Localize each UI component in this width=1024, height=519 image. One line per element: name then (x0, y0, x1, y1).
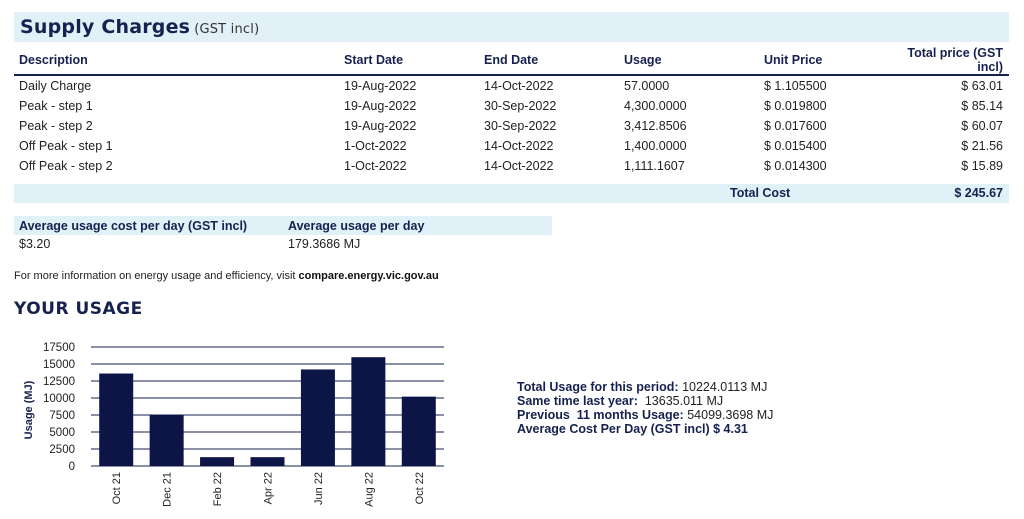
cell-unit-price: $ 0.015400 (764, 139, 827, 153)
cell-unit-price: $ 1.105500 (764, 79, 827, 93)
x-tick-label: Feb 22 (212, 472, 224, 506)
cell-total-price: $ 85.14 (961, 99, 1003, 113)
cell-end-date: 14-Oct-2022 (484, 79, 554, 93)
cell-start-date: 19-Aug-2022 (344, 79, 417, 93)
cell-description: Peak - step 1 (19, 99, 93, 113)
supply-charges-title: Supply Charges (20, 16, 191, 38)
cell-usage: 4,300.0000 (624, 99, 687, 113)
avg-usage-value: 179.3686 MJ (288, 237, 361, 251)
bar (250, 457, 285, 466)
table-row: Peak - step 2 19-Aug-2022 30-Sep-2022 3,412… (14, 116, 1009, 136)
table-header-row: Description Start Date End Date Usage Un… (14, 46, 1009, 76)
table-row: Off Peak - step 1 1-Oct-2022 14-Oct-2022 1,… (14, 136, 1009, 156)
cell-end-date: 30-Sep-2022 (484, 99, 557, 113)
y-tick-label: 2500 (49, 444, 75, 456)
info-prefix: For more information on energy usage and… (14, 270, 299, 282)
avg-cost-label: Average usage cost per day (GST incl) (19, 219, 248, 233)
cell-start-date: 19-Aug-2022 (344, 99, 417, 113)
x-tick-label: Aug 22 (363, 472, 375, 507)
bar (401, 396, 436, 466)
cell-start-date: 1-Oct-2022 (344, 139, 407, 153)
cell-unit-price: $ 0.017600 (764, 119, 827, 133)
y-tick-label: 5000 (49, 427, 75, 439)
col-end-date: End Date (479, 46, 619, 76)
col-start-date: Start Date (339, 46, 479, 76)
total-cost-label: Total Cost (730, 186, 791, 200)
cell-total-price: $ 60.07 (961, 119, 1003, 133)
avg-usage-label: Average usage per day (288, 219, 425, 233)
y-tick-label: 10000 (43, 393, 75, 405)
x-tick-label: Apr 22 (263, 472, 275, 504)
usage-chart: 17500 15000 12500 10000 7500 5000 2500 0 Oct 21… (23, 342, 444, 507)
col-unit-price: Unit Price (759, 46, 884, 76)
stat-previous-months: Previous 11 months Usage: 54099.3698 MJ (517, 408, 774, 422)
bar (351, 357, 386, 466)
cell-unit-price: $ 0.014300 (764, 159, 827, 173)
cell-description: Off Peak - step 2 (19, 159, 113, 173)
table-row: Peak - step 1 19-Aug-2022 30-Sep-2022 4,300… (14, 96, 1009, 116)
section-title: Supply Charges (GST incl) (20, 16, 259, 38)
bar (149, 415, 184, 466)
x-tick-label: Oct 21 (111, 472, 123, 504)
usage-stats: Total Usage for this period: 10224.0113 … (517, 380, 773, 436)
cell-end-date: 14-Oct-2022 (484, 139, 554, 153)
cell-unit-price: $ 0.019800 (764, 99, 827, 113)
bar (99, 373, 134, 466)
table-row: Off Peak - step 2 1-Oct-2022 14-Oct-2022 1,… (14, 156, 1009, 176)
x-tick-label: Jun 22 (313, 472, 325, 505)
cell-start-date: 1-Oct-2022 (344, 159, 407, 173)
y-axis-label: Usage (MJ) (23, 380, 35, 439)
cell-total-price: $ 63.01 (961, 79, 1003, 93)
stat-average-cost: Average Cost Per Day (GST incl) $ 4.31 (517, 422, 748, 436)
y-tick-label: 15000 (43, 359, 75, 371)
cell-usage: 57.0000 (624, 79, 670, 93)
cell-description: Off Peak - step 1 (19, 139, 113, 153)
y-tick-label: 7500 (49, 410, 75, 422)
info-text: For more information on energy usage and… (14, 270, 439, 282)
stat-total-usage: Total Usage for this period: 10224.0113 … (517, 380, 768, 394)
table-row: Daily Charge 19-Aug-2022 14-Oct-2022 57.000… (14, 75, 1009, 96)
total-cost-value: $ 245.67 (954, 186, 1003, 200)
cell-description: Peak - step 2 (19, 119, 93, 133)
cell-usage: 3,412.8506 (624, 119, 687, 133)
cell-start-date: 19-Aug-2022 (344, 119, 417, 133)
gst-note: (GST incl) (194, 22, 260, 37)
x-tick-label: Oct 22 (414, 472, 426, 504)
y-tick-label: 12500 (43, 376, 75, 388)
avg-cost-value: $3.20 (19, 237, 51, 251)
y-tick-label: 0 (69, 461, 75, 473)
stat-last-year: Same time last year: 13635.011 MJ (517, 394, 724, 408)
bar (300, 369, 335, 466)
cell-total-price: $ 21.56 (961, 139, 1003, 153)
cell-description: Daily Charge (19, 79, 92, 93)
cell-total-price: $ 15.89 (961, 159, 1003, 173)
info-link[interactable]: compare.energy.vic.gov.au (299, 270, 439, 282)
cell-usage: 1,400.0000 (624, 139, 687, 153)
cell-usage: 1,111.1607 (624, 159, 685, 173)
col-total-price: Total price (GST incl) (884, 46, 1009, 76)
usage-title: YOUR USAGE (14, 299, 143, 319)
col-description: Description (14, 46, 339, 76)
supply-charges-table: Description Start Date End Date Usage Un… (14, 46, 1009, 176)
bar (200, 457, 235, 466)
x-tick-label: Dec 21 (162, 472, 174, 507)
cell-end-date: 14-Oct-2022 (484, 159, 554, 173)
col-usage: Usage (619, 46, 759, 76)
y-tick-label: 17500 (43, 342, 75, 354)
total-bar (14, 184, 1009, 203)
cell-end-date: 30-Sep-2022 (484, 119, 557, 133)
